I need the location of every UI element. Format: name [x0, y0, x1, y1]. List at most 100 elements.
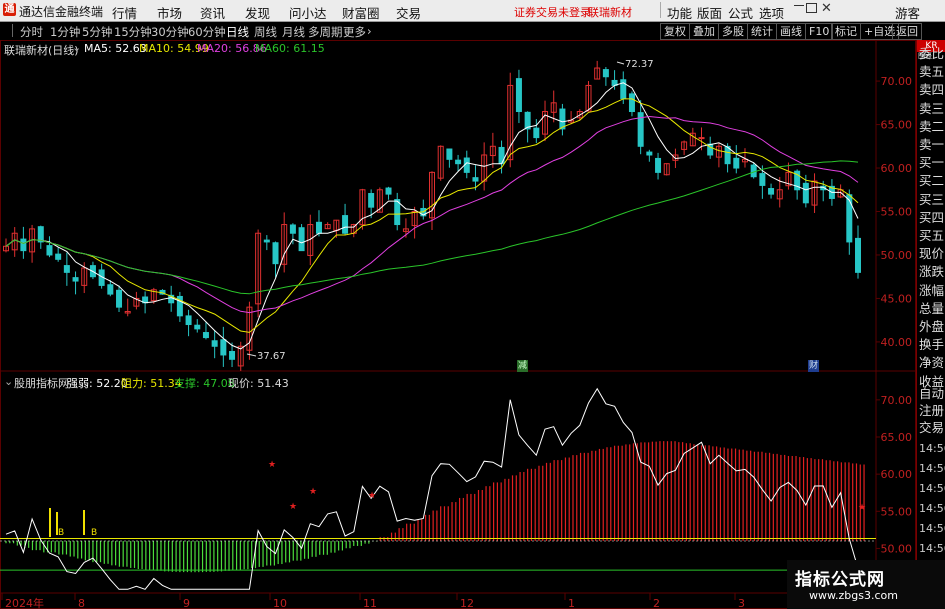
- indicator-axis-label: 65.00: [881, 431, 913, 444]
- menu-ask[interactable]: 问小达: [289, 3, 327, 22]
- date-axis-label: 12: [460, 597, 474, 609]
- candle-body: [515, 78, 522, 113]
- indicator-name: 股朋指标网: [14, 377, 69, 390]
- quote-label: 卖一: [919, 137, 945, 152]
- indicator-support: 支撑: 47.08: [174, 377, 235, 390]
- indicator-axis-label: 70.00: [881, 394, 913, 407]
- period-daily[interactable]: 日线: [226, 24, 249, 40]
- sub-side-label[interactable]: 交易: [919, 420, 944, 435]
- candle-body: [628, 93, 635, 113]
- candle-body: [272, 242, 279, 265]
- quote-time: 14:56: [919, 462, 945, 475]
- guest-login[interactable]: 游客: [895, 3, 920, 22]
- tool-f10[interactable]: F10: [805, 23, 834, 40]
- menu-wealth[interactable]: 财富圈: [342, 3, 380, 22]
- menu-options[interactable]: 选项: [759, 3, 784, 22]
- candle-body: [768, 188, 775, 195]
- candle-body: [733, 157, 740, 169]
- period-more[interactable]: 更多: [343, 24, 366, 40]
- candle-body: [263, 239, 270, 243]
- more-chevron-icon[interactable]: ›: [367, 24, 372, 38]
- signal-star-icon: ★: [289, 502, 297, 512]
- menu-layout[interactable]: 版面: [697, 3, 722, 22]
- strength-line: [5, 387, 859, 590]
- menu-news[interactable]: 资讯: [200, 3, 225, 22]
- legend-chevron-icon[interactable]: ⌄: [72, 41, 81, 54]
- quote-label: 买三: [919, 191, 945, 207]
- event-reduce-badge[interactable]: 减: [517, 360, 528, 372]
- tool-back[interactable]: 返回: [892, 23, 922, 40]
- period-intraday[interactable]: 分时: [20, 24, 43, 40]
- menu-quotes[interactable]: 行情: [112, 3, 137, 22]
- tool-multi-stock[interactable]: 多股: [718, 23, 748, 40]
- tool-stats[interactable]: 统计: [747, 23, 777, 40]
- peak-pointer: [616, 61, 625, 65]
- candle-body: [655, 157, 662, 173]
- candle-body: [750, 164, 757, 178]
- quote-label: 涨幅: [919, 282, 945, 298]
- quote-label: 买一: [919, 155, 945, 171]
- date-axis-label: 11: [363, 597, 377, 609]
- menu-discover[interactable]: 发现: [245, 3, 270, 22]
- quote-label: 涨跌: [919, 264, 945, 280]
- price-axis-label: 60.00: [881, 162, 913, 175]
- toolbar-handle-icon: [2, 24, 13, 37]
- tool-draw[interactable]: 画线: [776, 23, 806, 40]
- close-icon[interactable]: ✕: [821, 1, 832, 16]
- legend-ma60: MA60: 61.15: [255, 42, 325, 55]
- indicator-resistance: 阻力: 51.34: [121, 377, 182, 390]
- quote-time: 14:56: [919, 522, 945, 535]
- candle-body: [46, 245, 53, 256]
- indicator-axis-label: 55.00: [881, 505, 913, 518]
- candle-body: [298, 227, 305, 252]
- candle-body: [194, 324, 201, 330]
- menu-trade[interactable]: 交易: [396, 3, 421, 22]
- signal-star-icon: ★: [858, 503, 866, 513]
- chart-canvas[interactable]: 70.00 65.00 60.00 55.00 50.00 45.00 40.00 70.00…: [0, 40, 916, 609]
- trough-price-label: 37.67: [257, 351, 286, 362]
- candle-body: [455, 159, 462, 165]
- minimize-icon[interactable]: [794, 5, 804, 6]
- menu-function[interactable]: 功能: [667, 3, 692, 22]
- period-weekly[interactable]: 周线: [254, 24, 277, 40]
- buy-mark-2: B: [91, 528, 98, 538]
- menu-market[interactable]: 市场: [157, 3, 182, 22]
- period-1min[interactable]: 1分钟: [50, 24, 80, 40]
- restore-icon[interactable]: [806, 3, 817, 13]
- quote-label: 换手: [919, 337, 945, 353]
- quote-label: 卖二: [919, 118, 945, 134]
- sub-side-label[interactable]: 自动: [919, 386, 944, 401]
- watermark-url: www.zbgs3.com: [809, 589, 898, 602]
- quote-label: 净资: [919, 355, 945, 371]
- chart-frame: [0, 40, 916, 609]
- candle-body: [202, 332, 209, 339]
- price-axis-label: 50.00: [881, 249, 913, 262]
- tool-rights[interactable]: 复权: [660, 23, 690, 40]
- chart-area[interactable]: 70.00 65.00 60.00 55.00 50.00 45.00 40.00 70.00…: [0, 40, 945, 609]
- indicator-price: 现价: 51.43: [228, 377, 289, 390]
- event-finance-badge[interactable]: 财: [808, 360, 819, 372]
- period-15min[interactable]: 15分钟: [114, 24, 152, 40]
- period-monthly[interactable]: 月线: [282, 24, 305, 40]
- period-60min[interactable]: 60分钟: [188, 24, 226, 40]
- period-30min[interactable]: 30分钟: [151, 24, 189, 40]
- indicator-chevron-icon[interactable]: ⌄: [4, 375, 13, 388]
- legend-ma5: MA5: 52.63: [84, 42, 147, 55]
- menu-formula[interactable]: 公式: [728, 3, 753, 22]
- period-5min[interactable]: 5分钟: [82, 24, 112, 40]
- buy-mark-1: B: [58, 528, 65, 538]
- date-axis-label: 1: [568, 597, 575, 609]
- quote-time: 14:56: [919, 482, 945, 495]
- period-multi[interactable]: 多周期: [308, 24, 343, 40]
- trade-warning[interactable]: 证券交易未登录: [514, 4, 591, 20]
- indicator-strength: 强弱: 52.20: [67, 377, 128, 390]
- tool-mark[interactable]: 标记: [831, 23, 861, 40]
- quote-label: 现价: [919, 246, 945, 262]
- sub-side-label[interactable]: 注册: [919, 403, 944, 418]
- tool-overlay[interactable]: 叠加: [689, 23, 719, 40]
- candle-body: [55, 253, 62, 260]
- price-axis-label: 70.00: [881, 75, 913, 88]
- site-watermark: 指标公式网 www.zbgs3.com: [787, 560, 945, 609]
- quote-label: 外盘: [919, 319, 945, 334]
- candle-body: [72, 277, 79, 282]
